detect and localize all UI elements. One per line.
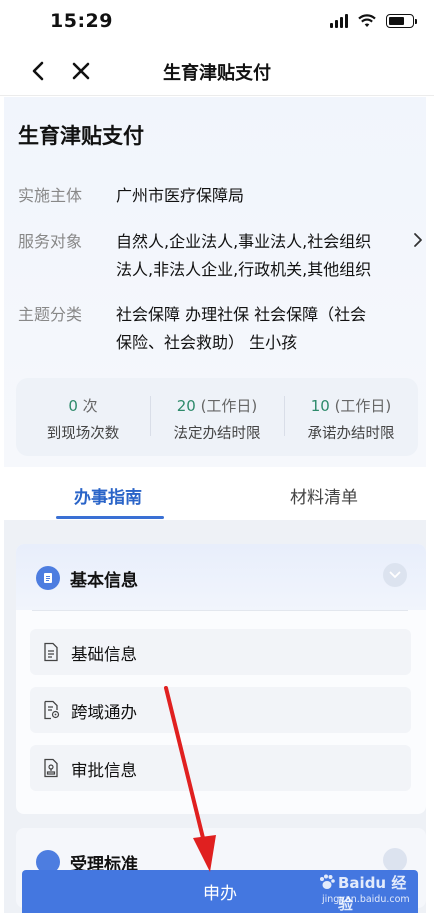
paw-icon bbox=[320, 874, 335, 889]
stat-promised-limit: 10 (工作日) 承诺办结时限 bbox=[284, 378, 418, 456]
info-row-implementer: 实施主体 广州市医疗保障局 bbox=[18, 182, 418, 210]
stats-panel: 0 次 到现场次数 20 (工作日) 法定办结时限 10 (工作日) 承诺办结时… bbox=[16, 378, 418, 456]
wifi-icon bbox=[358, 14, 376, 27]
info-value-line: 广州市医疗保障局 bbox=[116, 186, 245, 205]
info-value: 自然人,企业法人,事业法人,社会组织 法人,非法人企业,行政机关,其他组织 bbox=[116, 228, 406, 284]
stat-value: 0 bbox=[68, 397, 78, 415]
info-label: 服务对象 bbox=[18, 232, 83, 251]
info-value: 广州市医疗保障局 bbox=[116, 182, 406, 210]
info-row-target[interactable]: 服务对象 自然人,企业法人,事业法人,社会组织 法人,非法人企业,行政机关,其他… bbox=[18, 228, 418, 284]
baidu-watermark: Baidu 经验 jingyan.baidu.com bbox=[310, 868, 420, 913]
tab-active-indicator bbox=[56, 516, 164, 519]
list-item-approval[interactable]: 审批信息 bbox=[30, 745, 411, 791]
navigation-bar: 生育津贴支付 bbox=[0, 46, 434, 96]
list-item-basic-info[interactable]: 基础信息 bbox=[30, 629, 411, 675]
watermark-url: jingyan.baidu.com bbox=[322, 894, 410, 905]
list-item-label: 跨域通办 bbox=[71, 703, 137, 722]
signal-icon bbox=[330, 14, 348, 28]
list-item-label: 审批信息 bbox=[71, 761, 137, 780]
tab-bar: 办事指南 材料清单 bbox=[4, 468, 426, 520]
info-label: 实施主体 bbox=[18, 186, 83, 205]
collapse-icon[interactable] bbox=[383, 563, 407, 587]
document-icon bbox=[44, 642, 58, 662]
document-stamp-icon bbox=[44, 758, 58, 778]
tab-guide[interactable]: 办事指南 bbox=[74, 483, 142, 508]
stat-visits: 0 次 到现场次数 bbox=[16, 378, 150, 456]
nav-title: 生育津贴支付 bbox=[163, 63, 271, 84]
stat-unit: (工作日) bbox=[334, 397, 392, 415]
info-row-category: 主题分类 社会保障 办理社保 社会保障（社会 保险、社会救助） 生小孩 bbox=[18, 301, 418, 357]
section-divider bbox=[32, 610, 408, 611]
info-value-line: 保险、社会救助） 生小孩 bbox=[116, 333, 298, 352]
info-value-line: 自然人,企业法人,事业法人,社会组织 bbox=[116, 232, 372, 251]
chevron-right-icon[interactable] bbox=[412, 232, 424, 248]
status-bar: 15:29 bbox=[0, 0, 434, 46]
document-location-icon bbox=[44, 700, 60, 720]
info-value: 社会保障 办理社保 社会保障（社会 保险、社会救助） 生小孩 bbox=[116, 301, 406, 357]
info-list-icon bbox=[36, 566, 60, 590]
watermark-brand: Baidu 经验 bbox=[338, 874, 407, 913]
stat-unit: (工作日) bbox=[200, 397, 258, 415]
tab-materials[interactable]: 材料清单 bbox=[290, 483, 358, 508]
status-icons bbox=[330, 14, 417, 28]
info-value-line: 法人,非法人企业,行政机关,其他组织 bbox=[116, 260, 372, 279]
stat-value: 20 bbox=[176, 397, 196, 415]
stat-label: 法定办结时限 bbox=[173, 426, 261, 442]
stat-value: 10 bbox=[310, 397, 330, 415]
stat-legal-limit: 20 (工作日) 法定办结时限 bbox=[150, 378, 284, 456]
list-item-label: 基础信息 bbox=[71, 645, 137, 664]
battery-icon bbox=[386, 14, 417, 28]
list-item-cross-region[interactable]: 跨域通办 bbox=[30, 687, 411, 733]
section-title: 基本信息 bbox=[70, 571, 138, 591]
page-title: 生育津贴支付 bbox=[18, 124, 144, 148]
info-value-line: 社会保障 办理社保 社会保障（社会 bbox=[116, 305, 367, 324]
stat-label: 承诺办结时限 bbox=[307, 426, 395, 442]
stat-unit: 次 bbox=[82, 397, 98, 415]
info-label: 主题分类 bbox=[18, 305, 83, 324]
stat-label: 到现场次数 bbox=[46, 426, 120, 442]
status-time: 15:29 bbox=[50, 10, 113, 32]
